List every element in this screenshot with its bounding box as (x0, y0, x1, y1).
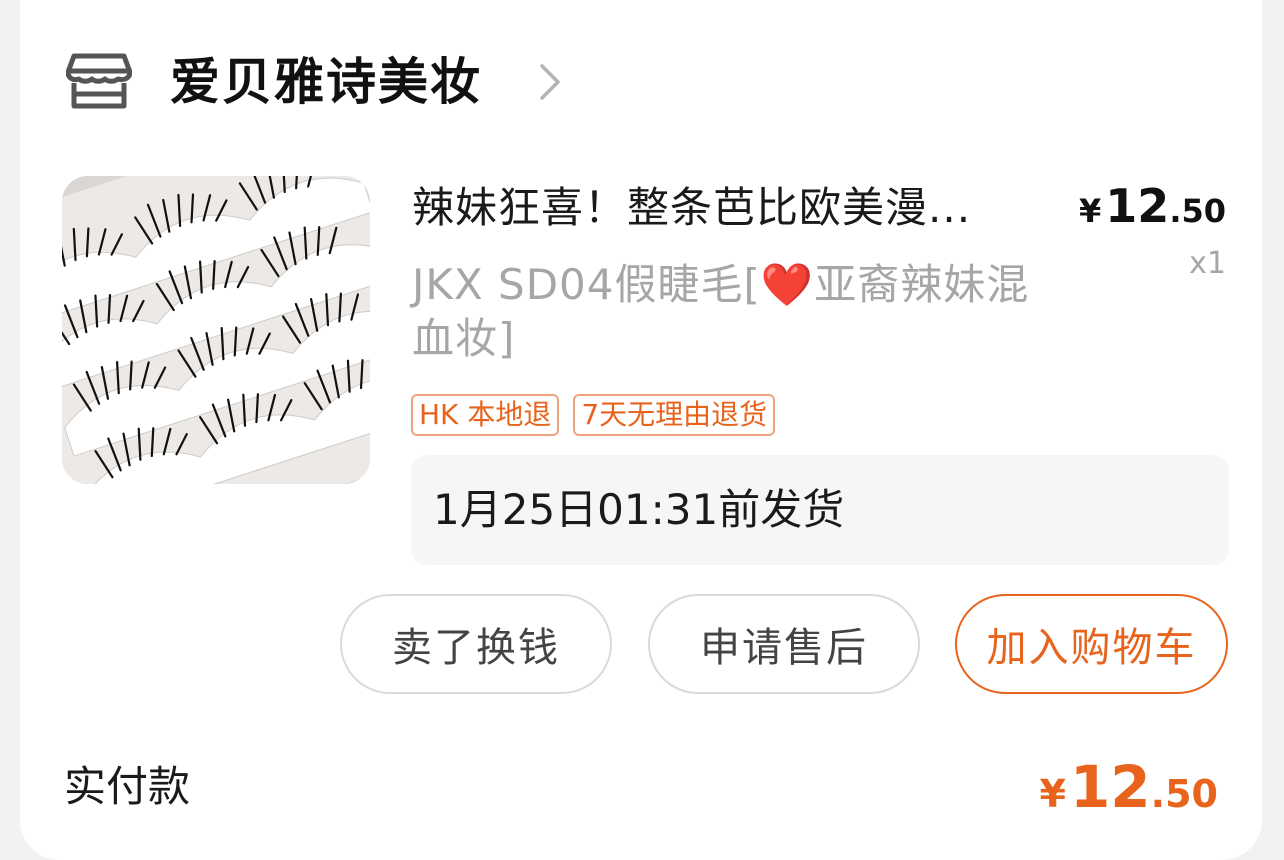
tag-local-return: HK 本地退 (411, 394, 560, 436)
paid-currency: ¥ (1039, 772, 1066, 816)
product-title[interactable]: 辣妹狂喜！整条芭比欧美漫... (412, 180, 1062, 236)
paid-label: 实付款 (64, 762, 191, 811)
sell-button[interactable]: 卖了换钱 (340, 594, 612, 694)
add-to-cart-button[interactable]: 加入购物车 (955, 594, 1228, 694)
tag-7day-return: 7天无理由退货 (573, 394, 776, 436)
shipping-note-box: 1月25日01:31前发货 (411, 455, 1229, 565)
shop-name[interactable]: 爱贝雅诗美妆 (170, 52, 482, 112)
product-variant: JKX SD04假睫毛[❤️亚裔辣妹混血妆] (412, 258, 1032, 366)
paid-decimal: .50 (1150, 772, 1218, 816)
price-integer: 12 (1105, 179, 1170, 233)
heart-icon: ❤️ (760, 260, 815, 309)
price-decimal: .50 (1169, 192, 1226, 230)
paid-amount: ¥12.50 (1040, 752, 1219, 837)
product-image[interactable] (62, 176, 370, 484)
price-currency: ¥ (1079, 192, 1102, 230)
variant-text-start: JKX SD04假睫毛[ (412, 260, 761, 309)
paid-integer: 12 (1069, 753, 1151, 821)
after-sale-button[interactable]: 申请售后 (648, 594, 920, 694)
shipping-note: 1月25日01:31前发货 (433, 485, 845, 534)
chevron-right-icon[interactable] (538, 62, 564, 102)
service-tags: HK 本地退 7天无理由退货 (411, 394, 776, 436)
product-price: ¥12.50 (1079, 178, 1226, 245)
store-icon (66, 53, 132, 109)
product-quantity: x1 (1189, 246, 1226, 281)
